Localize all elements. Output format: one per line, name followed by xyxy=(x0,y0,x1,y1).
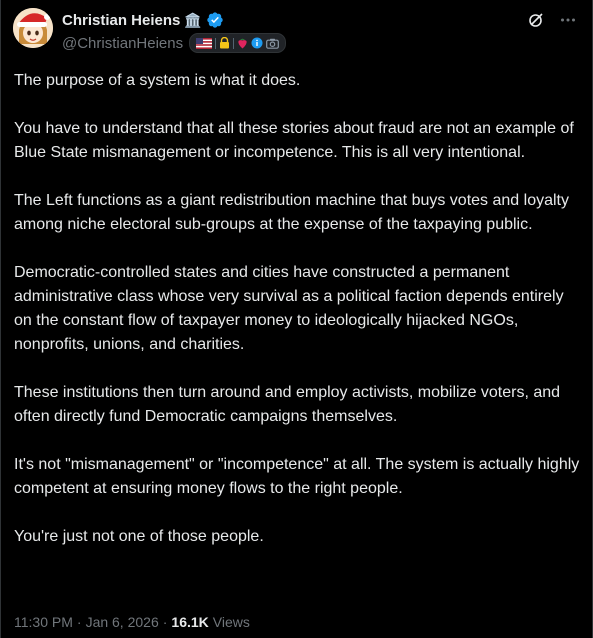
meta-separator: · xyxy=(76,614,82,630)
building-emoji-icon: 🏛️ xyxy=(184,12,202,28)
top-actions xyxy=(526,10,578,30)
post-paragraph: These institutions then turn around and … xyxy=(14,384,561,425)
badge-separator xyxy=(233,37,235,49)
verified-badge-icon[interactable] xyxy=(206,11,224,29)
post-paragraph: You're just not one of those people. xyxy=(14,528,264,545)
post-time[interactable]: 11:30 PM xyxy=(14,614,73,630)
profile-badges[interactable] xyxy=(189,33,287,53)
post-date[interactable]: Jan 6, 2026 xyxy=(86,614,159,630)
grok-icon[interactable] xyxy=(526,10,546,30)
author-handle-row: @ChristianHeiens xyxy=(62,33,287,53)
tweet-card: Christian Heiens 🏛️ @ChristianHeiens The… xyxy=(0,0,593,638)
lock-icon xyxy=(219,37,230,49)
avatar[interactable] xyxy=(13,8,53,48)
post-paragraph: Democratic-controlled states and cities … xyxy=(14,264,564,353)
author-display-name[interactable]: Christian Heiens xyxy=(62,12,180,29)
santa-hat-avatar-icon xyxy=(13,8,53,48)
views-label: Views xyxy=(212,614,250,630)
strawberry-icon xyxy=(237,37,248,49)
camera-icon xyxy=(266,38,280,49)
post-meta: 11:30 PM · Jan 6, 2026 · 16.1K Views xyxy=(14,612,250,632)
meta-separator: · xyxy=(162,614,168,630)
post-paragraph: You have to understand that all these st… xyxy=(14,120,574,161)
author-handle[interactable]: @ChristianHeiens xyxy=(62,35,183,52)
post-paragraph: The Left functions as a giant redistribu… xyxy=(14,192,569,233)
badge-separator xyxy=(215,37,217,49)
more-icon[interactable] xyxy=(558,10,578,30)
post-paragraph: It's not "mismanagement" or "incompetenc… xyxy=(14,456,580,497)
author-name-row: Christian Heiens 🏛️ xyxy=(62,10,224,30)
post-body: The purpose of a system is what it does.… xyxy=(14,69,582,549)
us-flag-icon xyxy=(196,37,213,49)
post-paragraph: The purpose of a system is what it does. xyxy=(14,72,301,89)
views-count[interactable]: 16.1K xyxy=(171,614,208,630)
info-icon xyxy=(251,37,263,49)
